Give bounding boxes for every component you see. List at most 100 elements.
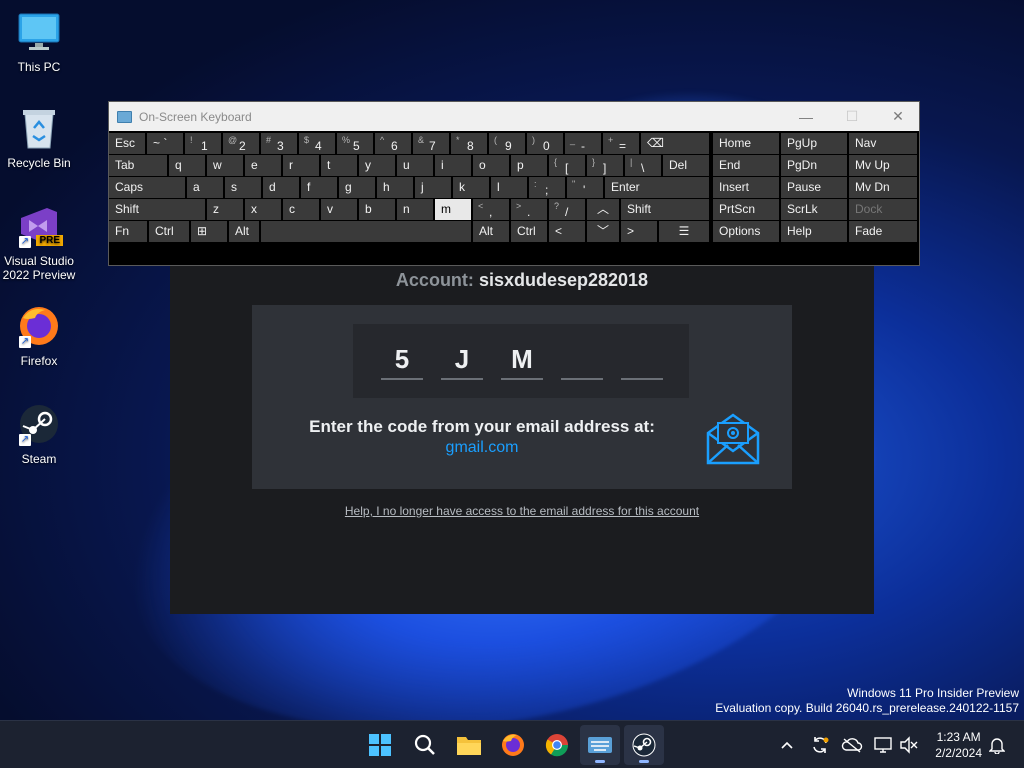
osk-key-menu[interactable]: ☰ <box>659 221 709 242</box>
osk-key-6[interactable]: ^ 6 <box>375 133 411 154</box>
osk-key-scrlk[interactable]: ScrLk <box>781 199 847 220</box>
code-char-3[interactable]: M <box>501 342 543 380</box>
code-char-2[interactable]: J <box>441 342 483 380</box>
osk-key-d[interactable]: d <box>263 177 299 198</box>
taskbar-on-screen-keyboard[interactable] <box>580 725 620 765</box>
osk-key-mv-up[interactable]: Mv Up <box>849 155 917 176</box>
osk-key-space[interactable] <box>261 221 471 242</box>
desktop-icon-this-pc[interactable]: This PC <box>2 10 76 74</box>
osk-key-tilde[interactable]: ~ ` <box>147 133 183 154</box>
osk-key-backspace[interactable]: ⌫ <box>641 133 709 154</box>
osk-key-quote[interactable]: " ' <box>567 177 603 198</box>
osk-key-ctrl-left[interactable]: Ctrl <box>149 221 189 242</box>
osk-key-tab[interactable]: Tab <box>109 155 167 176</box>
osk-key-9[interactable]: (9 <box>489 133 525 154</box>
email-domain-link[interactable]: gmail.com <box>292 439 672 457</box>
osk-key-caps[interactable]: Caps <box>109 177 185 198</box>
tray-sync-button[interactable] <box>808 721 832 768</box>
taskbar-chrome[interactable] <box>537 725 577 765</box>
start-button[interactable] <box>360 725 400 765</box>
tray-network-button[interactable] <box>872 721 894 768</box>
osk-key-b[interactable]: b <box>359 199 395 220</box>
osk-key-5[interactable]: % 5 <box>337 133 373 154</box>
osk-key-home[interactable]: Home <box>713 133 779 154</box>
code-char-1[interactable]: 5 <box>381 342 423 380</box>
code-char-4[interactable] <box>561 342 603 380</box>
osk-key-a[interactable]: a <box>187 177 223 198</box>
osk-key-options[interactable]: Options <box>713 221 779 242</box>
osk-key-n[interactable]: n <box>397 199 433 220</box>
desktop-icon-visual-studio[interactable]: PRE ↗ Visual Studio 2022 Preview <box>2 204 76 282</box>
osk-key-fn[interactable]: Fn <box>109 221 147 242</box>
osk-key-z[interactable]: z <box>207 199 243 220</box>
osk-key-2[interactable]: @2 <box>223 133 259 154</box>
osk-key-mv-dn[interactable]: Mv Dn <box>849 177 917 198</box>
osk-key-3[interactable]: #3 <box>261 133 297 154</box>
minimize-button[interactable]: — <box>783 102 829 131</box>
code-char-5[interactable] <box>621 342 663 380</box>
osk-key-esc[interactable]: Esc <box>109 133 145 154</box>
osk-key-r[interactable]: r <box>283 155 319 176</box>
desktop-icon-recycle-bin[interactable]: Recycle Bin <box>2 106 76 170</box>
osk-key-right[interactable]: > <box>621 221 657 242</box>
osk-key-w[interactable]: w <box>207 155 243 176</box>
close-button[interactable]: ✕ <box>875 102 921 131</box>
osk-key-f[interactable]: f <box>301 177 337 198</box>
osk-key-e[interactable]: e <box>245 155 281 176</box>
osk-key-up[interactable]: ︿ <box>587 199 619 220</box>
osk-key-k[interactable]: k <box>453 177 489 198</box>
code-input-group[interactable]: 5 J M <box>353 324 689 398</box>
taskbar-firefox[interactable] <box>493 725 533 765</box>
osk-key-4[interactable]: $4 <box>299 133 335 154</box>
osk-key-0[interactable]: ) 0 <box>527 133 563 154</box>
osk-key-end[interactable]: End <box>713 155 779 176</box>
osk-key-pgdn[interactable]: PgDn <box>781 155 847 176</box>
osk-key-rbracket[interactable]: }] <box>587 155 623 176</box>
osk-key-o[interactable]: o <box>473 155 509 176</box>
osk-key-nav[interactable]: Nav <box>849 133 917 154</box>
osk-key--[interactable]: _ - <box>565 133 601 154</box>
osk-key-alt-left[interactable]: Alt <box>229 221 259 242</box>
osk-key-slash[interactable]: ? / <box>549 199 585 220</box>
osk-key-help[interactable]: Help <box>781 221 847 242</box>
osk-key-semicolon[interactable]: :; <box>529 177 565 198</box>
osk-key-x[interactable]: x <box>245 199 281 220</box>
osk-key-ctrl-right[interactable]: Ctrl <box>511 221 547 242</box>
osk-key-y[interactable]: y <box>359 155 395 176</box>
osk-key-s[interactable]: s <box>225 177 261 198</box>
osk-key-8[interactable]: * 8 <box>451 133 487 154</box>
osk-key-pause[interactable]: Pause <box>781 177 847 198</box>
osk-key-i[interactable]: i <box>435 155 471 176</box>
lost-email-access-link[interactable]: Help, I no longer have access to the ema… <box>170 504 874 518</box>
osk-key-prtscn[interactable]: PrtScn <box>713 199 779 220</box>
osk-key-l[interactable]: l <box>491 177 527 198</box>
show-hidden-icons-button[interactable] <box>776 721 798 768</box>
osk-key-windows[interactable]: ⊞ <box>191 221 227 242</box>
osk-key-dock[interactable]: Dock <box>849 199 917 220</box>
osk-title-bar[interactable]: On-Screen Keyboard — ☐ ✕ <box>109 102 919 131</box>
osk-key-7[interactable]: & 7 <box>413 133 449 154</box>
osk-key-left[interactable]: < <box>549 221 585 242</box>
osk-key-del[interactable]: Del <box>663 155 709 176</box>
osk-key-g[interactable]: g <box>339 177 375 198</box>
osk-key-fade[interactable]: Fade <box>849 221 917 242</box>
osk-key-h[interactable]: h <box>377 177 413 198</box>
desktop-icon-steam[interactable]: ↗ Steam <box>2 402 76 466</box>
taskbar-clock[interactable]: 1:23 AM 2/2/2024 <box>935 729 982 761</box>
osk-key-pgup[interactable]: PgUp <box>781 133 847 154</box>
tray-volume-button[interactable] <box>898 721 920 768</box>
maximize-button[interactable]: ☐ <box>829 102 875 131</box>
taskbar-file-explorer[interactable] <box>449 725 489 765</box>
osk-key-insert[interactable]: Insert <box>713 177 779 198</box>
osk-key-m[interactable]: m <box>435 199 471 220</box>
desktop-icon-firefox[interactable]: ↗ Firefox <box>2 304 76 368</box>
search-button[interactable] <box>405 725 445 765</box>
osk-key-alt-right[interactable]: Alt <box>473 221 509 242</box>
osk-key-lbracket[interactable]: {[ <box>549 155 585 176</box>
osk-key-j[interactable]: j <box>415 177 451 198</box>
osk-key-period[interactable]: >. <box>511 199 547 220</box>
osk-key-u[interactable]: u <box>397 155 433 176</box>
osk-key-shift-right[interactable]: Shift <box>621 199 709 220</box>
taskbar-steam[interactable] <box>624 725 664 765</box>
osk-key-t[interactable]: t <box>321 155 357 176</box>
